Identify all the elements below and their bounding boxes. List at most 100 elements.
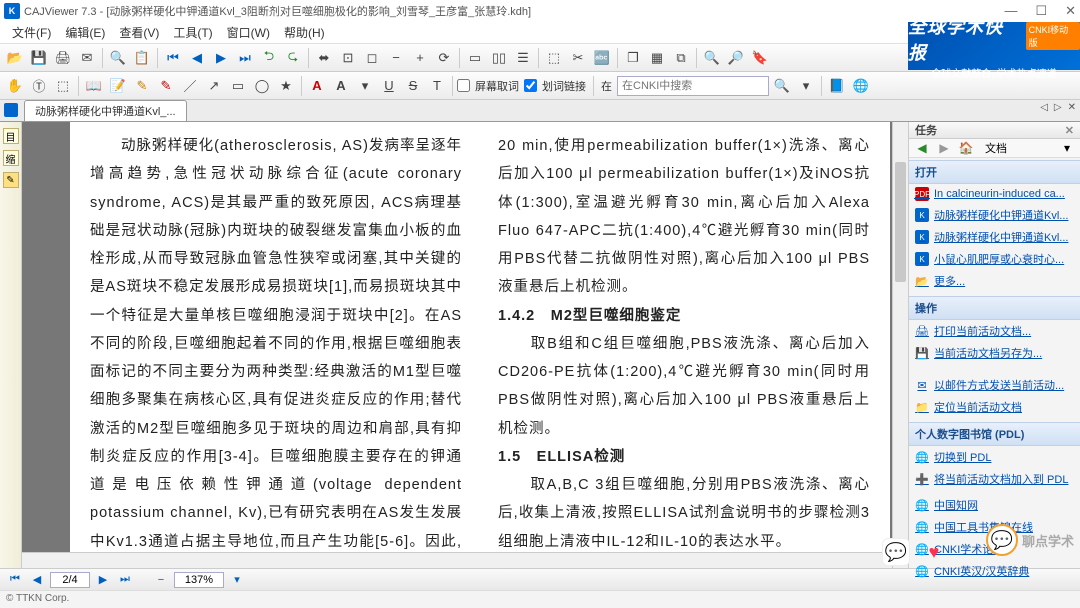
color-icon[interactable]: ▾ xyxy=(354,75,376,97)
window-tile-icon[interactable]: ▦ xyxy=(646,47,668,69)
snapshot-icon[interactable]: ✂ xyxy=(567,47,589,69)
back-icon[interactable]: ⮌ xyxy=(258,47,280,69)
zoom-in-icon[interactable]: + xyxy=(409,47,431,69)
menu-view[interactable]: 查看(V) xyxy=(113,22,165,43)
nav-last-button[interactable]: ⏭ xyxy=(116,572,134,588)
layout2-icon[interactable]: ▯▯ xyxy=(488,47,510,69)
recent-file-0[interactable]: PDFIn calcineurin-induced ca... xyxy=(909,184,1080,204)
text-select-icon[interactable]: Ⓣ xyxy=(28,75,50,97)
recent-more[interactable]: 📂更多... xyxy=(909,270,1080,292)
nav-next-icon[interactable]: ▶ xyxy=(210,47,232,69)
open-icon[interactable]: 📂 xyxy=(4,47,26,69)
recent-file-3[interactable]: K小鼠心肌肥厚或心衰时心... xyxy=(909,248,1080,270)
sidebar-outline-icon[interactable]: 目 xyxy=(3,128,19,144)
task-back-icon[interactable]: ◀ xyxy=(913,139,931,157)
nav-prev-icon[interactable]: ◀ xyxy=(186,47,208,69)
layout3-icon[interactable]: ☰ xyxy=(512,47,534,69)
recent-file-2[interactable]: K动脉粥样硬化中钾通道Kvl... xyxy=(909,226,1080,248)
zoom-input[interactable] xyxy=(174,572,224,588)
vertical-scrollbar[interactable] xyxy=(892,122,908,568)
font2-icon[interactable]: A xyxy=(330,75,352,97)
print-icon[interactable]: 🖨 xyxy=(52,47,74,69)
book-icon[interactable]: 📖 xyxy=(83,75,105,97)
zoom-out-button[interactable]: − xyxy=(152,572,170,588)
copy-icon[interactable]: 📋 xyxy=(131,47,153,69)
ocr-icon[interactable]: 🔤 xyxy=(591,47,613,69)
strike-icon[interactable]: S xyxy=(402,75,424,97)
task-fwd-icon[interactable]: ▶ xyxy=(935,139,953,157)
sidebar-note-icon[interactable]: ✎ xyxy=(3,172,19,188)
link-cnki[interactable]: 🌐中国知网 xyxy=(909,494,1080,516)
dict-icon[interactable]: 📘 xyxy=(826,75,848,97)
window-cascade-icon[interactable]: ⧉ xyxy=(670,47,692,69)
document-tab[interactable]: 动脉粥样硬化中钾通道Kvl_... xyxy=(24,100,187,121)
note-icon[interactable]: 📝 xyxy=(107,75,129,97)
float-like-icon[interactable]: ♥ xyxy=(920,538,948,566)
search-dropdown-icon[interactable]: ▾ xyxy=(795,75,817,97)
menu-tools[interactable]: 工具(T) xyxy=(167,22,218,43)
pen-icon[interactable]: ✎ xyxy=(155,75,177,97)
search-input[interactable] xyxy=(617,76,769,96)
sidebar-thumb-icon[interactable]: 缩 xyxy=(3,150,19,166)
save-icon[interactable]: 💾 xyxy=(28,47,50,69)
pdl-switch[interactable]: 🌐切换到 PDL xyxy=(909,446,1080,468)
task-dropdown-icon[interactable]: ▾ xyxy=(1058,139,1076,157)
highlight-icon[interactable]: ✎ xyxy=(131,75,153,97)
task-home-icon[interactable]: 🏠 xyxy=(957,139,975,157)
search-go-icon[interactable]: 🔍 xyxy=(771,75,793,97)
window-title: CAJViewer 7.3 - [动脉粥样硬化中钾通道Kvl_3阻断剂对巨噬细胞… xyxy=(24,3,531,19)
window-new-icon[interactable]: ❐ xyxy=(622,47,644,69)
tab-next-icon[interactable]: ▷ xyxy=(1054,102,1062,113)
tab-close-icon[interactable]: ✕ xyxy=(1068,102,1076,113)
document-viewport[interactable]: 动脉粥样硬化(atherosclerosis, AS)发病率呈逐年增高趋势,急性… xyxy=(22,122,908,568)
nav-next-button[interactable]: ▶ xyxy=(94,572,112,588)
pdl-add[interactable]: ➕将当前活动文档加入到 PDL xyxy=(909,468,1080,490)
actual-size-icon[interactable]: ◻ xyxy=(361,47,383,69)
tab-prev-icon[interactable]: ◁ xyxy=(1040,102,1048,113)
menu-edit[interactable]: 编辑(E) xyxy=(59,22,111,43)
nav-first-icon[interactable]: ⏮ xyxy=(162,47,184,69)
zoomtool-in-icon[interactable]: 🔍 xyxy=(701,47,723,69)
menu-file[interactable]: 文件(F) xyxy=(6,22,57,43)
screen-pick-checkbox[interactable] xyxy=(457,79,470,92)
circle-tool-icon[interactable]: ◯ xyxy=(251,75,273,97)
recent-file-1[interactable]: K动脉粥样硬化中钾通道Kvl... xyxy=(909,204,1080,226)
forward-icon[interactable]: ⮎ xyxy=(282,47,304,69)
zoomtool-out-icon[interactable]: 🔎 xyxy=(725,47,747,69)
float-chat-icon[interactable]: 💬 xyxy=(882,538,910,566)
horizontal-scrollbar[interactable] xyxy=(22,552,892,568)
zoom-out-icon[interactable]: − xyxy=(385,47,407,69)
hand-tool-icon[interactable]: ✋ xyxy=(4,75,26,97)
page-number-input[interactable] xyxy=(50,572,90,588)
nav-prev-button[interactable]: ◀ xyxy=(28,572,46,588)
select-tool-icon[interactable]: ⬚ xyxy=(543,47,565,69)
rect-tool-icon[interactable]: ▭ xyxy=(227,75,249,97)
op-locate[interactable]: 📁定位当前活动文档 xyxy=(909,396,1080,418)
underline-icon[interactable]: U xyxy=(378,75,400,97)
op-print[interactable]: 🖨打印当前活动文档... xyxy=(909,320,1080,342)
nav-last-icon[interactable]: ⏭ xyxy=(234,47,256,69)
search-icon[interactable]: 🔍 xyxy=(107,47,129,69)
fit-width-icon[interactable]: ⬌ xyxy=(313,47,335,69)
nav-first-button[interactable]: ⏮ xyxy=(6,572,24,588)
ad-banner[interactable]: 全球学术快报CNKI移动版 全球文献整合, 学术热点速递 xyxy=(908,22,1080,70)
op-mail[interactable]: ✉以邮件方式发送当前活动... xyxy=(909,374,1080,396)
menu-help[interactable]: 帮助(H) xyxy=(278,22,331,43)
arrow-tool-icon[interactable]: ↗ xyxy=(203,75,225,97)
layout1-icon[interactable]: ▭ xyxy=(464,47,486,69)
line-tool-icon[interactable]: ／ xyxy=(179,75,201,97)
fit-page-icon[interactable]: ⊡ xyxy=(337,47,359,69)
zoom-dropdown-icon[interactable]: ▾ xyxy=(228,572,246,588)
stamp-icon[interactable]: ★ xyxy=(275,75,297,97)
bookmark-icon[interactable]: 🔖 xyxy=(749,47,771,69)
area-select-icon[interactable]: ⬚ xyxy=(52,75,74,97)
mail-icon[interactable]: ✉ xyxy=(76,47,98,69)
op-saveas[interactable]: 💾当前活动文档另存为... xyxy=(909,342,1080,364)
menu-window[interactable]: 窗口(W) xyxy=(221,22,276,43)
word-link-checkbox[interactable] xyxy=(524,79,537,92)
translate-icon[interactable]: 🌐 xyxy=(850,75,872,97)
rotate-icon[interactable]: ⟳ xyxy=(433,47,455,69)
task-close-icon[interactable]: ✕ xyxy=(1065,124,1074,137)
text-tool-icon[interactable]: T xyxy=(426,75,448,97)
font-icon[interactable]: A xyxy=(306,75,328,97)
